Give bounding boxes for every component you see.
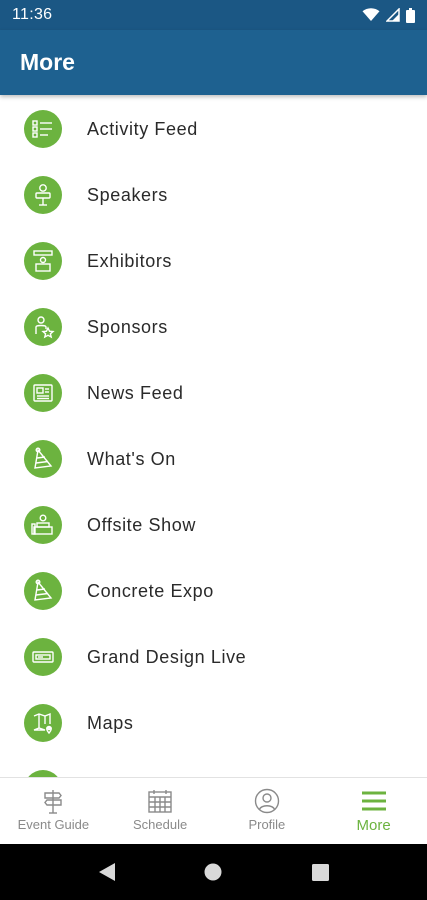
menu-item-offsite-show[interactable]: Offsite Show xyxy=(0,492,427,558)
home-icon[interactable] xyxy=(204,863,222,881)
ticket-icon xyxy=(24,638,62,676)
list-icon xyxy=(24,110,62,148)
menu-item-label: Activity Feed xyxy=(87,118,198,139)
tab-label: More xyxy=(356,817,391,834)
menu-item-label: Maps xyxy=(87,712,134,733)
tab-profile[interactable]: Profile xyxy=(214,778,321,844)
menu-item-speakers[interactable]: Speakers xyxy=(0,162,427,228)
offsite-icon xyxy=(24,506,62,544)
system-nav-bar xyxy=(0,844,427,900)
menu-item-exhibitors[interactable]: Exhibitors xyxy=(0,228,427,294)
sponsor-icon xyxy=(24,308,62,346)
battery-icon xyxy=(406,7,415,23)
menu-item-label: What's On xyxy=(87,448,176,469)
calendar-icon xyxy=(148,790,172,813)
status-icons xyxy=(362,7,415,23)
menu-item-label: Concrete Expo xyxy=(87,580,214,601)
exhibitor-icon xyxy=(24,242,62,280)
tab-event-guide[interactable]: Event Guide xyxy=(0,778,107,844)
profile-icon xyxy=(254,788,280,814)
tab-label: Schedule xyxy=(133,817,188,832)
hamburger-icon xyxy=(361,791,386,811)
menu-item-label: Grand Design Live xyxy=(87,646,247,667)
more-menu-list[interactable]: Activity Feed Speakers Exhibitors Sponso… xyxy=(0,95,427,777)
menu-item-whats-on[interactable]: What's On xyxy=(0,426,427,492)
recents-icon[interactable] xyxy=(312,864,329,881)
menu-item-sponsors[interactable]: Sponsors xyxy=(0,294,427,360)
newspaper-icon xyxy=(24,374,62,412)
menu-item-label: Sponsors xyxy=(87,316,168,337)
menu-item-maps[interactable]: Maps xyxy=(0,690,427,756)
signpost-icon xyxy=(44,790,63,814)
menu-item-activity-feed[interactable]: Activity Feed xyxy=(0,96,427,162)
menu-item-label: Exhibitors xyxy=(87,250,173,271)
page-title: More xyxy=(20,49,75,75)
menu-item-concrete-expo[interactable]: Concrete Expo xyxy=(0,558,427,624)
menu-item-label: Offsite Show xyxy=(87,514,196,535)
menu-item-news-feed[interactable]: News Feed xyxy=(0,360,427,426)
back-icon[interactable] xyxy=(98,862,116,882)
map-icon xyxy=(24,704,62,742)
menu-item-partial[interactable] xyxy=(0,756,427,777)
status-time: 11:36 xyxy=(12,6,53,23)
signal-icon xyxy=(386,8,400,22)
speaker-icon xyxy=(24,176,62,214)
app-bar: More xyxy=(0,30,427,95)
menu-icon-partial xyxy=(24,770,62,777)
menu-item-label: News Feed xyxy=(87,382,184,403)
tab-schedule[interactable]: Schedule xyxy=(107,778,214,844)
party-hat-icon xyxy=(24,572,62,610)
menu-item-grand-design-live[interactable]: Grand Design Live xyxy=(0,624,427,690)
party-hat-icon xyxy=(24,440,62,478)
menu-item-label: Speakers xyxy=(87,184,168,205)
status-bar: 11:36 xyxy=(0,0,427,30)
wifi-icon xyxy=(362,8,380,21)
bottom-nav: Event Guide Schedule Profile More xyxy=(0,777,427,844)
tab-label: Profile xyxy=(248,817,286,832)
tab-more[interactable]: More xyxy=(320,778,427,844)
tab-label: Event Guide xyxy=(17,817,90,832)
